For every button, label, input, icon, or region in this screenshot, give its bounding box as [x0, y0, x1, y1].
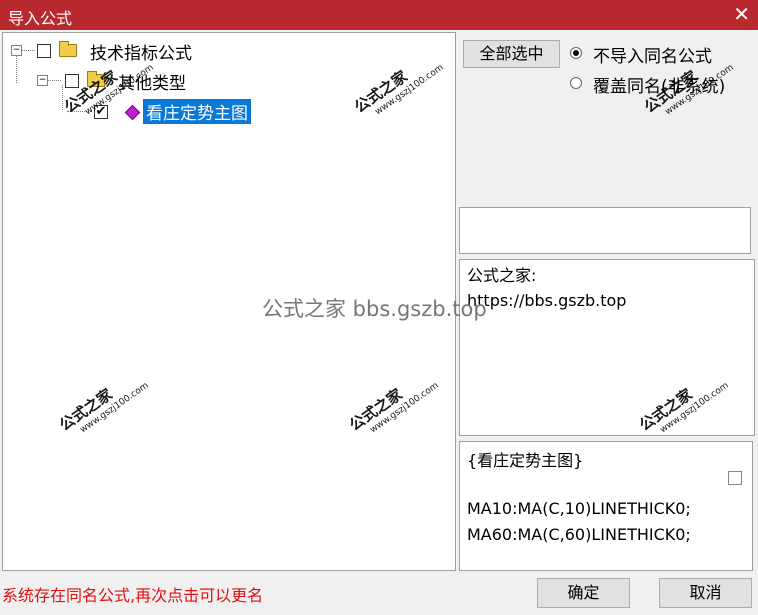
collapse-group-icon[interactable]: −: [37, 75, 48, 86]
center-watermark: 公式之家 bbs.gszb.top: [262, 297, 487, 321]
cancel-button[interactable]: 取消: [659, 578, 752, 608]
group-checkbox[interactable]: [65, 74, 79, 88]
preview-panel: {看庄定势主图} MA10:MA(C,10)LINETHICK0; MA60:M…: [459, 441, 753, 571]
info-line-2: https://bbs.gszb.top: [467, 291, 627, 310]
preview-line-2: MA60:MA(C,60)LINETHICK0;: [467, 525, 691, 544]
blank-box: [459, 207, 751, 254]
select-all-button[interactable]: 全部选中: [463, 40, 560, 68]
radio-overwrite[interactable]: [570, 77, 582, 89]
preview-checkbox[interactable]: [728, 471, 742, 485]
status-message: 系统存在同名公式,再次点击可以更名: [2, 586, 264, 605]
info-panel: 公式之家: https://bbs.gszb.top: [459, 259, 755, 436]
tree-line: [16, 53, 17, 83]
preview-name: {看庄定势主图}: [467, 451, 584, 470]
folder-icon: [59, 41, 77, 57]
formula-icon: [124, 104, 141, 121]
tree-line: [21, 50, 35, 51]
collapse-root-icon[interactable]: −: [11, 45, 22, 56]
preview-line-1: MA10:MA(C,10)LINETHICK0;: [467, 499, 691, 518]
ok-button[interactable]: 确定: [537, 578, 630, 608]
radio-skip[interactable]: [570, 47, 582, 59]
tree-line: [47, 80, 61, 81]
info-line-1: 公式之家:: [467, 266, 537, 285]
window-title: 导入公式: [8, 9, 73, 28]
close-icon[interactable]: ✕: [733, 2, 750, 26]
title-bar: 导入公式 ✕: [0, 0, 758, 30]
tree-node-item[interactable]: 看庄定势主图: [143, 99, 251, 124]
root-checkbox[interactable]: [37, 44, 51, 58]
